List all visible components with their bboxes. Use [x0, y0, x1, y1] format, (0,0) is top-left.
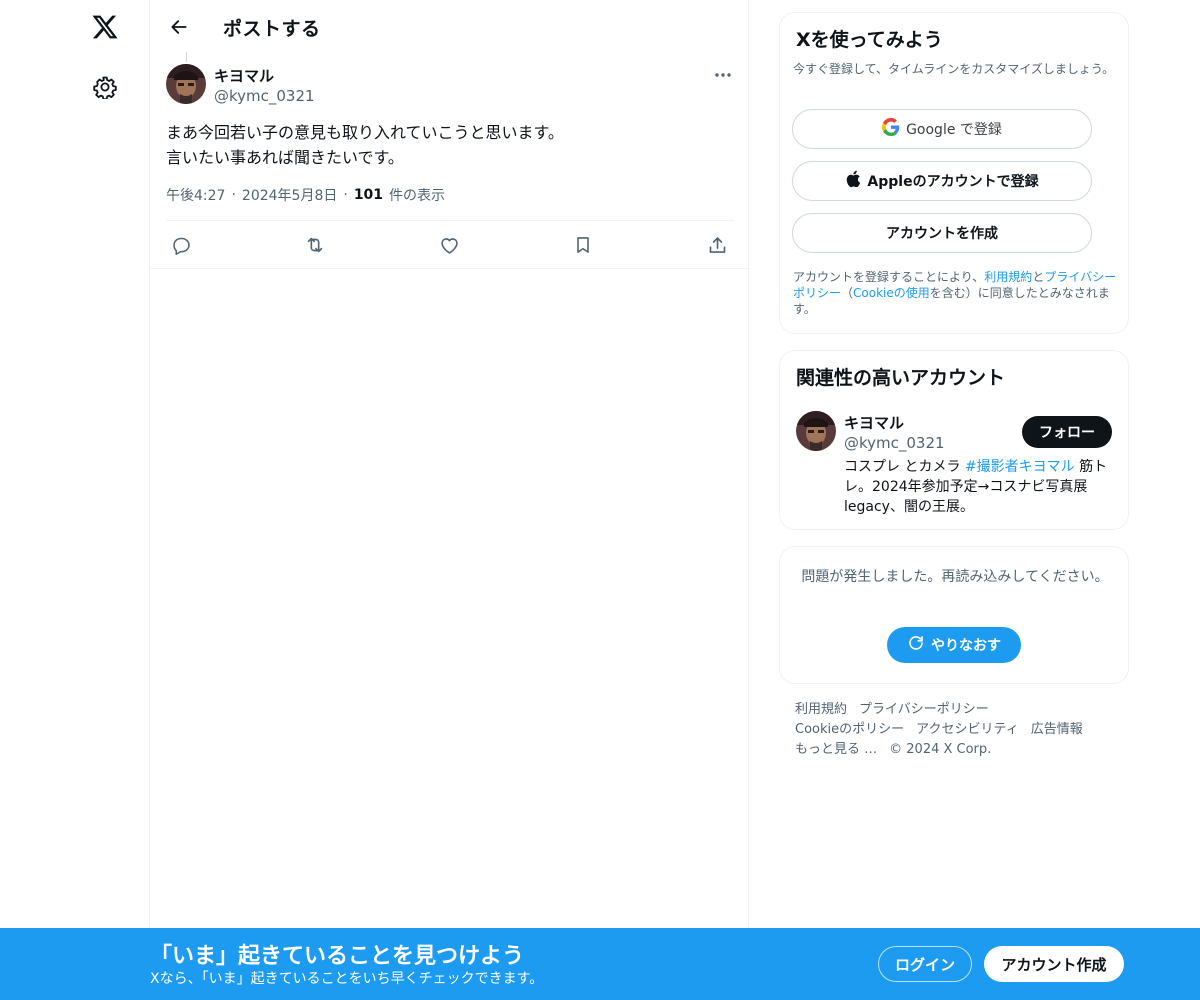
- post-meta: 午後4:27 · 2024年5月8日 · 101 件の表示: [166, 185, 445, 205]
- page-title: ポストする: [223, 18, 321, 40]
- banner-title: 「いま」起きていることを見つけよう: [150, 944, 525, 969]
- avatar[interactable]: [796, 411, 836, 451]
- footer-more-link[interactable]: もっと見る …: [795, 740, 877, 760]
- google-icon: [882, 118, 900, 140]
- avatar[interactable]: [166, 64, 206, 104]
- terms-paren: （: [841, 286, 854, 300]
- thread-line: [186, 52, 187, 62]
- google-signup-label: Google で登録: [906, 122, 1002, 138]
- divider: [166, 220, 734, 221]
- bookmark-icon[interactable]: [568, 230, 598, 260]
- arrow-left-icon[interactable]: [164, 12, 194, 42]
- footer-privacy-link[interactable]: プライバシーポリシー: [859, 700, 989, 720]
- retry-button[interactable]: やりなおす: [887, 627, 1021, 663]
- cookie-link[interactable]: Cookieの使用: [853, 286, 930, 300]
- error-message: 問題が発生しました。再読み込みしてください。: [801, 569, 1109, 585]
- footer-accessibility-link[interactable]: アクセシビリティ: [916, 720, 1019, 740]
- related-title: 関連性の高いアカウント: [796, 367, 1006, 389]
- follow-button[interactable]: フォロー: [1022, 416, 1112, 448]
- views-label: 件の表示: [389, 188, 446, 204]
- login-button[interactable]: ログイン: [878, 946, 972, 982]
- divider: [150, 268, 750, 269]
- page-header: ポストする: [150, 0, 750, 54]
- reply-icon[interactable]: [166, 230, 196, 260]
- apple-icon: [845, 170, 861, 192]
- terms-notice: アカウントを登録することにより、利用規約とプライバシーポリシー（Cookieの使…: [793, 269, 1123, 317]
- copyright: © 2024 X Corp.: [889, 742, 992, 757]
- error-card: 問題が発生しました。再読み込みしてください。 やりなおす: [779, 546, 1129, 684]
- signup-subtitle: 今すぐ登録して、タイムラインをカスタマイズしましょう。: [793, 62, 1115, 76]
- footer-cookie-link[interactable]: Cookieのポリシー: [795, 720, 904, 740]
- apple-signup-button[interactable]: Appleのアカウントで登録: [792, 161, 1092, 201]
- create-account-button[interactable]: アカウントを作成: [792, 213, 1092, 253]
- bio-text: コスプレ とカメラ: [844, 459, 965, 475]
- account-bio: コスプレ とカメラ #撮影者キヨマル 筋トレ。2024年参加予定→コスナビ写真展…: [844, 457, 1110, 517]
- refresh-icon: [907, 634, 925, 656]
- meta-separator: ·: [231, 187, 236, 203]
- main-column: ポストする キヨマル @kymc_0321 まあ今回若い子の意見も取り入れていこ…: [149, 0, 750, 930]
- signup-title: Xを使ってみよう: [796, 29, 943, 51]
- footer-ads-link[interactable]: 広告情報: [1031, 720, 1083, 740]
- post-time[interactable]: 午後4:27: [166, 185, 225, 205]
- retry-label: やりなおす: [931, 638, 1001, 654]
- bottom-banner: 「いま」起きていることを見つけよう Xなら、「いま」起きていることをいち早くチェ…: [0, 928, 1200, 1000]
- related-accounts-card: 関連性の高いアカウント キヨマル @kymc_0321 フォロー コスプレ とカ…: [779, 350, 1129, 530]
- left-nav: [0, 0, 150, 1000]
- account-handle[interactable]: @kymc_0321: [844, 434, 945, 452]
- more-options-icon[interactable]: [710, 64, 736, 86]
- footer-terms-link[interactable]: 利用規約: [795, 700, 847, 720]
- author-name[interactable]: キヨマル: [214, 65, 274, 86]
- bio-hashtag[interactable]: #撮影者キヨマル: [965, 459, 1075, 475]
- views-count: 101: [353, 187, 384, 203]
- share-icon[interactable]: [702, 230, 732, 260]
- signup-card: Xを使ってみよう 今すぐ登録して、タイムラインをカスタマイズしましょう。 Goo…: [779, 12, 1129, 334]
- post-actions: [166, 230, 734, 260]
- terms-link[interactable]: 利用規約: [984, 270, 1032, 284]
- footer-links: 利用規約 プライバシーポリシー Cookieのポリシー アクセシビリティ 広告情…: [795, 700, 1125, 760]
- post-text: まあ今回若い子の意見も取り入れていこうと思います。 言いたい事あれば聞きたいです…: [166, 123, 564, 167]
- repost-icon[interactable]: [300, 230, 330, 260]
- banner-subtitle: Xなら、「いま」起きていることをいち早くチェックできます。: [150, 971, 544, 987]
- gear-icon[interactable]: [90, 72, 120, 102]
- create-account-label: アカウントを作成: [886, 226, 998, 242]
- post-date[interactable]: 2024年5月8日: [242, 185, 337, 205]
- like-icon[interactable]: [434, 230, 464, 260]
- terms-and: と: [1032, 270, 1045, 284]
- signup-button[interactable]: アカウント作成: [984, 946, 1124, 982]
- author-handle[interactable]: @kymc_0321: [214, 87, 315, 105]
- apple-signup-label: Appleのアカウントで登録: [867, 174, 1039, 190]
- account-name[interactable]: キヨマル: [844, 412, 904, 433]
- google-signup-button[interactable]: Google で登録: [792, 109, 1092, 149]
- x-logo-icon[interactable]: [88, 10, 122, 44]
- terms-prefix: アカウントを登録することにより、: [793, 270, 985, 284]
- meta-separator: ·: [343, 187, 348, 203]
